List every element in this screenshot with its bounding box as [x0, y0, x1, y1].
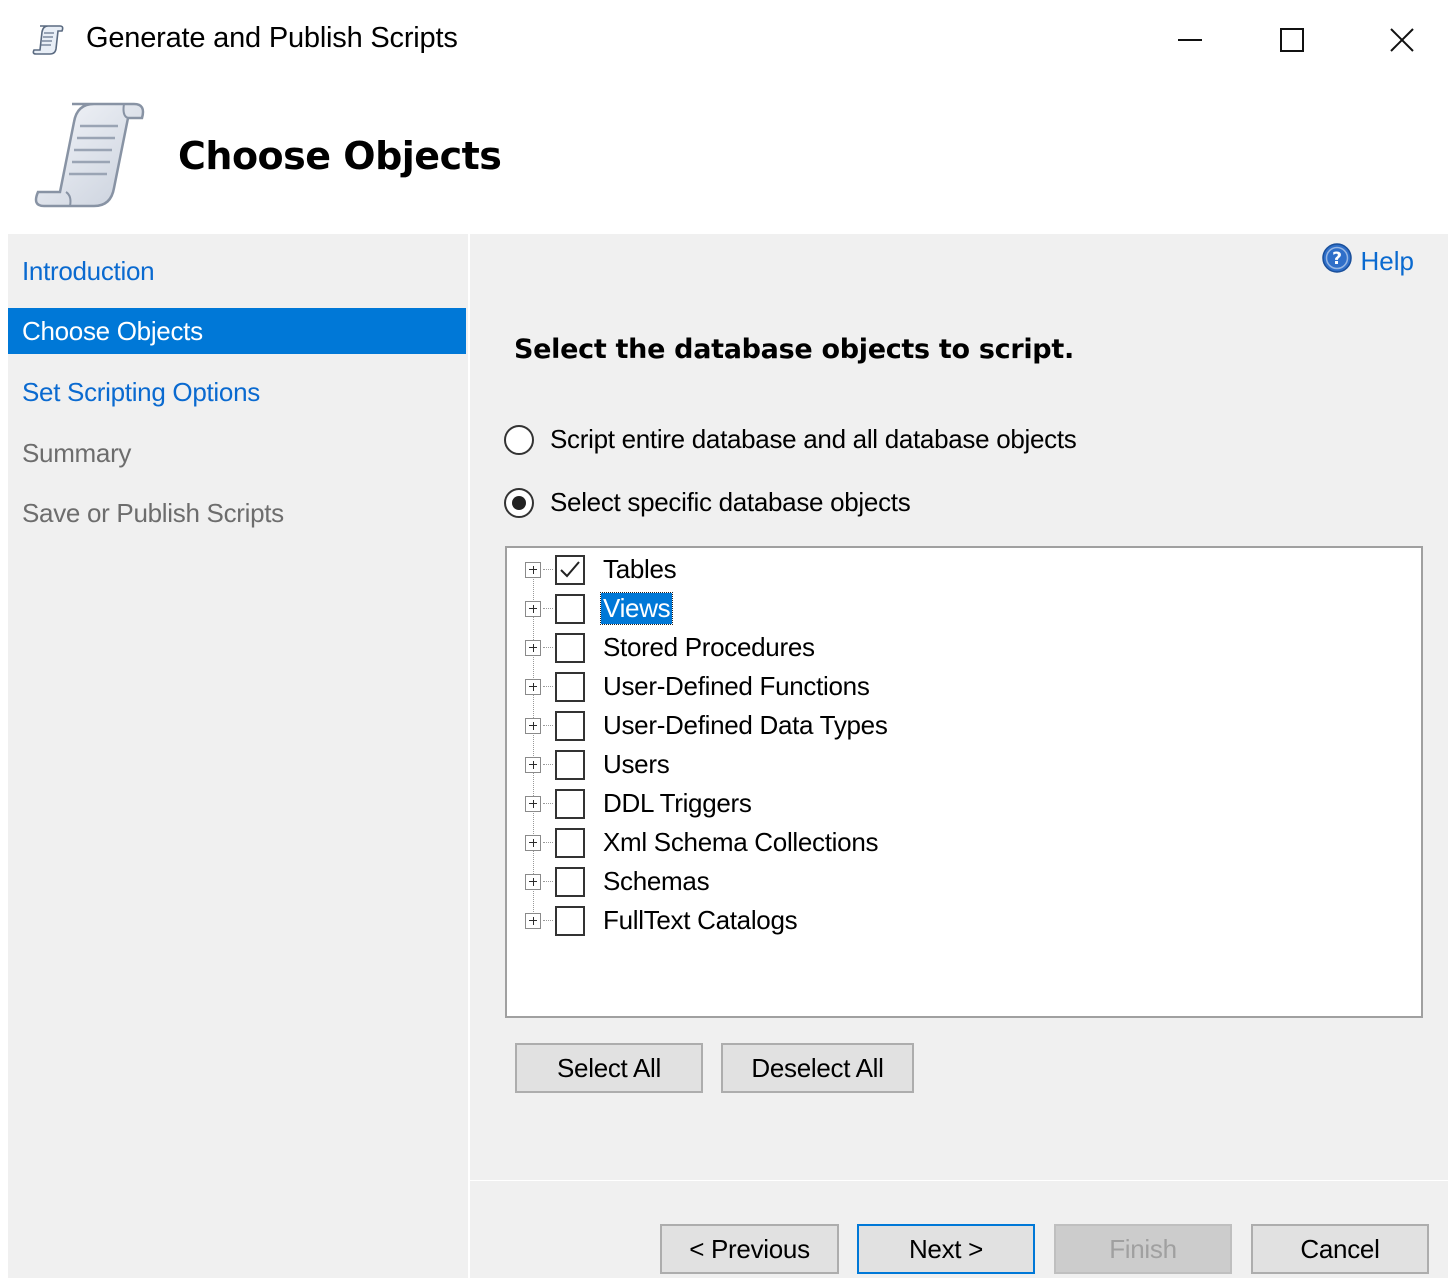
radio-button[interactable]: [504, 424, 534, 455]
nav-item-save-or-publish-scripts: Save or Publish Scripts: [22, 498, 284, 528]
wizard-nav: Introduction Choose Objects Set Scriptin…: [8, 234, 469, 1278]
expand-icon[interactable]: [525, 561, 541, 578]
script-scroll-icon: [32, 96, 148, 214]
checkbox[interactable]: [555, 788, 585, 819]
nav-item-choose-objects[interactable]: Choose Objects: [8, 308, 466, 354]
tree-item-users[interactable]: Users: [525, 745, 671, 784]
checkbox[interactable]: [555, 632, 585, 663]
maximize-button[interactable]: [1264, 14, 1320, 66]
tree-item-label: Tables: [603, 554, 677, 584]
tree-item-label: User-Defined Data Types: [603, 710, 888, 740]
checkbox[interactable]: [555, 827, 585, 858]
window-title: Generate and Publish Scripts: [86, 22, 458, 54]
tree-item-label: Schemas: [603, 866, 710, 896]
checkbox[interactable]: [555, 866, 585, 897]
tree-item-tables[interactable]: Tables: [525, 550, 678, 589]
content-panel: ? Help Select the database objects to sc…: [470, 234, 1448, 1278]
tree-item-xml-schema-collections[interactable]: Xml Schema Collections: [525, 823, 880, 862]
instruction-text: Select the database objects to script.: [514, 334, 1074, 365]
nav-item-set-scripting-options[interactable]: Set Scripting Options: [8, 369, 466, 415]
help-link[interactable]: ? Help: [1321, 242, 1414, 281]
next-button[interactable]: Next >: [857, 1224, 1035, 1274]
checkbox[interactable]: [555, 593, 585, 624]
expand-icon[interactable]: [525, 600, 541, 617]
radio-label: Select specific database objects: [550, 487, 911, 517]
expand-icon[interactable]: [525, 834, 541, 851]
tree-item-label: Views: [599, 592, 674, 625]
radio-script-entire-database[interactable]: Script entire database and all database …: [504, 424, 1077, 455]
script-scroll-icon: [30, 22, 66, 58]
expand-icon[interactable]: [525, 717, 541, 734]
expand-icon[interactable]: [525, 912, 541, 929]
checkbox[interactable]: [555, 905, 585, 936]
checkmark-icon: [560, 560, 580, 577]
help-icon: ?: [1321, 242, 1353, 281]
checkbox[interactable]: [555, 671, 585, 702]
deselect-all-button[interactable]: Deselect All: [721, 1043, 914, 1093]
maximize-icon: [1280, 28, 1304, 52]
checkbox[interactable]: [555, 749, 585, 780]
expand-icon[interactable]: [525, 639, 541, 656]
nav-item-introduction[interactable]: Introduction: [8, 248, 466, 294]
tree-item-label: Stored Procedures: [603, 632, 815, 662]
tree-item-stored-procedures[interactable]: Stored Procedures: [525, 628, 817, 667]
tree-item-label: Users: [603, 749, 670, 779]
close-button[interactable]: [1374, 14, 1430, 66]
help-label: Help: [1360, 246, 1414, 276]
nav-item-summary: Summary: [22, 438, 132, 468]
select-all-button[interactable]: Select All: [515, 1043, 703, 1093]
expand-icon[interactable]: [525, 873, 541, 890]
footer-separator: [470, 1180, 1448, 1181]
tree-item-fulltext-catalogs[interactable]: FullText Catalogs: [525, 901, 799, 940]
svg-text:?: ?: [1332, 249, 1342, 269]
title-bar[interactable]: Generate and Publish Scripts: [8, 0, 1448, 82]
minimize-icon: [1178, 39, 1202, 41]
expand-icon[interactable]: [525, 756, 541, 773]
tree-item-user-defined-functions[interactable]: User-Defined Functions: [525, 667, 872, 706]
finish-button: Finish: [1054, 1224, 1232, 1274]
tree-item-schemas[interactable]: Schemas: [525, 862, 711, 901]
page-title: Choose Objects: [178, 134, 502, 178]
tree-item-views[interactable]: Views: [525, 589, 674, 628]
tree-item-ddl-triggers[interactable]: DDL Triggers: [525, 784, 754, 823]
previous-button[interactable]: < Previous: [660, 1224, 839, 1274]
minimize-button[interactable]: [1162, 14, 1218, 66]
page-header: Choose Objects: [8, 82, 1448, 234]
tree-item-label: Xml Schema Collections: [603, 827, 879, 857]
radio-button[interactable]: [504, 487, 534, 518]
tree-item-user-defined-data-types[interactable]: User-Defined Data Types: [525, 706, 890, 745]
checkbox[interactable]: [555, 710, 585, 741]
expand-icon[interactable]: [525, 795, 541, 812]
tree-item-label: DDL Triggers: [603, 788, 752, 818]
tree-item-label: FullText Catalogs: [603, 905, 798, 935]
radio-label: Script entire database and all database …: [550, 424, 1077, 454]
checkbox[interactable]: [555, 554, 585, 585]
cancel-button[interactable]: Cancel: [1251, 1224, 1429, 1274]
tree-item-label: User-Defined Functions: [603, 671, 870, 701]
close-icon: [1390, 28, 1414, 52]
radio-select-specific-objects[interactable]: Select specific database objects: [504, 487, 911, 518]
object-tree[interactable]: Tables Views Stored Procedures User-Defi…: [505, 546, 1423, 1018]
expand-icon[interactable]: [525, 678, 541, 695]
